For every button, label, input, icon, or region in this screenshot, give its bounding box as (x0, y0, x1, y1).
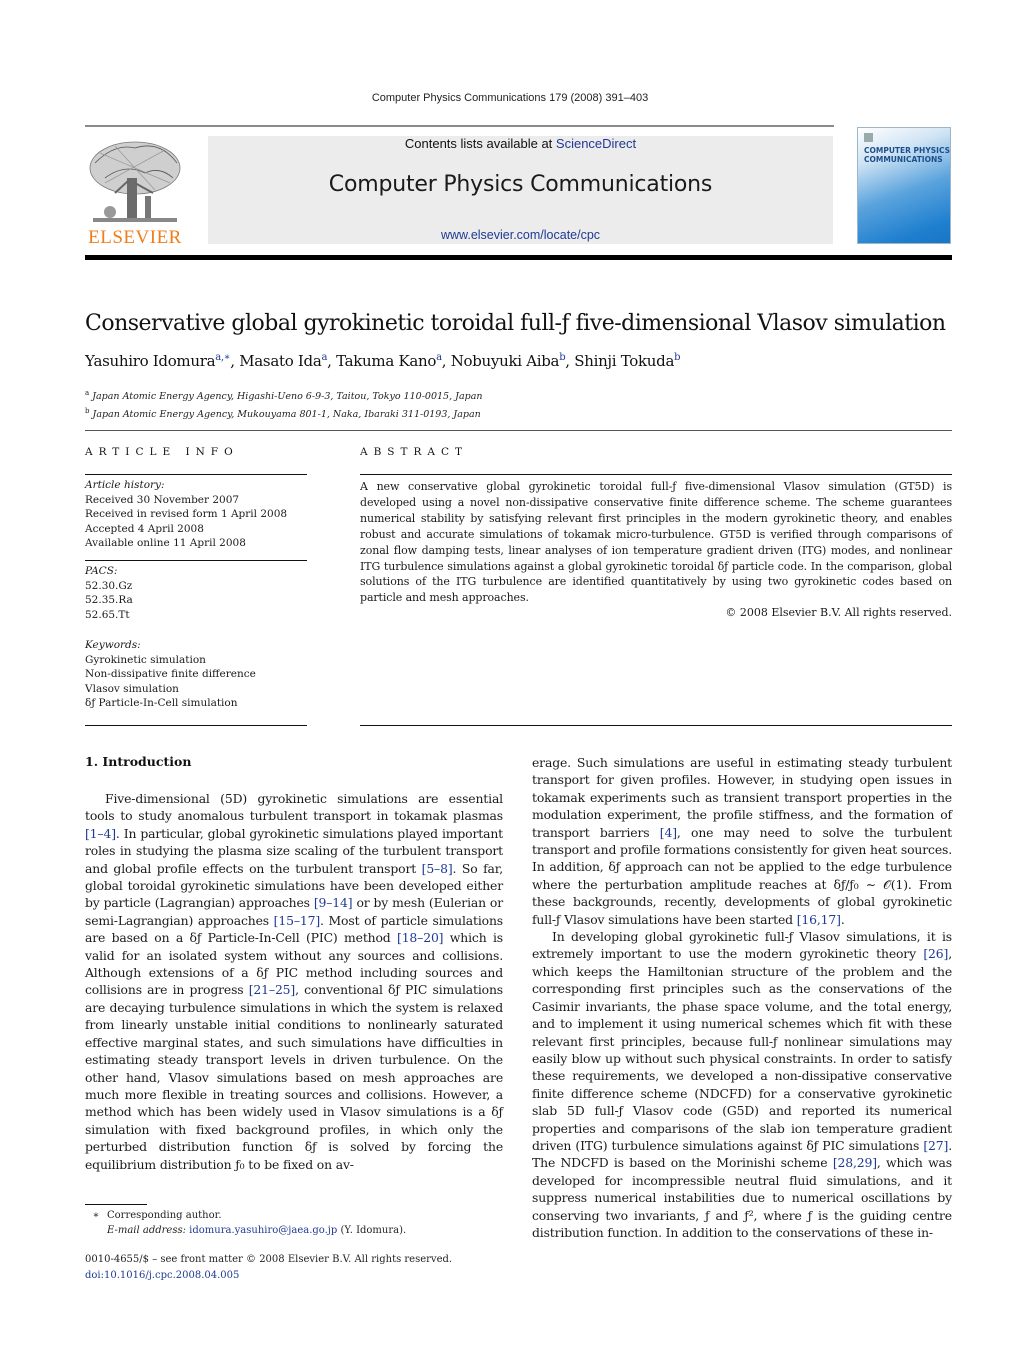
pacs-label: PACS: (85, 565, 118, 577)
pacs-code: 52.35.Ra (85, 594, 133, 606)
article-title: Conservative global gyrokinetic toroidal… (85, 311, 946, 336)
citation-link[interactable]: [27] (923, 1138, 948, 1153)
citation-link[interactable]: [28,29] (833, 1155, 877, 1170)
sciencedirect-link[interactable]: ScienceDirect (556, 136, 636, 151)
citation-link[interactable]: [5–8] (422, 861, 453, 876)
cover-title: COMPUTER PHYSICS COMMUNICATIONS (864, 146, 950, 164)
footnote: ∗ Corresponding author. E-mail address: i… (85, 1208, 407, 1238)
author-affiliation-mark[interactable]: b (674, 352, 680, 363)
author-list: Yasuhiro Idomuraa,∗, Masato Idaa, Takuma… (85, 352, 681, 370)
journal-name: Computer Physics Communications (328, 172, 713, 197)
author: Takuma Kano (336, 352, 437, 370)
keyword: Gyrokinetic simulation (85, 653, 206, 666)
history-entry: Accepted 4 April 2008 (85, 522, 204, 535)
author-affiliation-mark[interactable]: a,∗ (215, 352, 230, 363)
body-column-right: erage. Such simulations are useful in es… (532, 754, 952, 1241)
citation-link[interactable]: [21–25] (249, 982, 296, 997)
contents-line: Contents lists available at ScienceDirec… (208, 136, 833, 151)
keyword: Non-dissipative finite difference (85, 668, 256, 680)
divider (85, 560, 307, 561)
divider (85, 474, 307, 475)
section-heading-introduction: 1. Introduction (85, 754, 192, 769)
history-label: Article history: (85, 479, 165, 491)
abstract-text: A new conservative global gyrokinetic to… (360, 480, 952, 605)
citation-link[interactable]: [18–20] (397, 930, 444, 945)
section-divider (85, 430, 952, 431)
article-history: Article history: Received 30 November 20… (85, 478, 287, 551)
journal-masthead: Contents lists available at ScienceDirec… (208, 136, 833, 244)
contents-prefix: Contents lists available at (404, 136, 556, 151)
abstract-copyright: © 2008 Elsevier B.V. All rights reserved… (725, 606, 952, 619)
history-entry: Received 30 November 2007 (85, 493, 240, 506)
paragraph: In developing global gyrokinetic full-ƒ … (532, 929, 952, 1240)
front-matter: 0010-4655/$ – see front matter © 2008 El… (85, 1252, 452, 1284)
keywords-label: Keywords: (85, 639, 141, 651)
keyword: δƒ Particle-In-Cell simulation (85, 697, 238, 709)
citation-link[interactable]: [1–4] (85, 826, 116, 841)
divider (85, 725, 307, 726)
divider (360, 474, 952, 475)
doi-link[interactable]: doi:10.1016/j.cpc.2008.04.005 (85, 1268, 452, 1284)
history-entry: Available online 11 April 2008 (85, 537, 246, 549)
keywords-block: Keywords: Gyrokinetic simulation Non-diss… (85, 638, 256, 711)
citation-link[interactable]: [16,17] (797, 912, 841, 927)
affiliation-text: Japan Atomic Energy Agency, Higashi-Ueno… (89, 391, 483, 403)
affiliation: b Japan Atomic Energy Agency, Mukouyama … (85, 404, 482, 422)
cover-title-line2: COMMUNICATIONS (864, 155, 943, 164)
affiliation: a Japan Atomic Energy Agency, Higashi-Ue… (85, 386, 482, 404)
article-info-heading: ARTICLE INFO (85, 446, 239, 458)
top-rule (85, 125, 834, 127)
running-head: Computer Physics Communications 179 (200… (371, 92, 649, 104)
citation-link[interactable]: [4] (660, 825, 677, 840)
pacs-list: 52.30.Gz 52.35.Ra 52.65.Tt (85, 579, 133, 623)
pacs-block: PACS: 52.30.Gz 52.35.Ra 52.65.Tt (85, 564, 133, 622)
issn-line: 0010-4655/$ – see front matter © 2008 El… (85, 1254, 453, 1265)
author-affiliation-mark[interactable]: b (559, 352, 565, 363)
citation-link[interactable]: [26] (923, 946, 948, 961)
citation-link[interactable]: [15–17] (274, 913, 321, 928)
journal-cover-thumbnail: COMPUTER PHYSICS COMMUNICATIONS (857, 127, 951, 244)
footnote-star: ∗ (92, 1210, 100, 1221)
keyword: Vlasov simulation (85, 682, 179, 695)
author: Nobuyuki Aiba (450, 352, 560, 370)
history-list: Received 30 November 2007 Received in rev… (85, 493, 287, 551)
email-link[interactable]: idomura.yasuhiro@jaea.go.jp (189, 1225, 337, 1236)
abstract-heading: ABSTRACT (360, 446, 469, 458)
paragraph: erage. Such simulations are useful in es… (532, 755, 952, 927)
author: Yasuhiro Idomura (85, 352, 216, 370)
affiliation-text: Japan Atomic Energy Agency, Mukouyama 80… (89, 409, 481, 421)
pacs-code: 52.30.Gz (85, 579, 133, 592)
history-entry: Received in revised form 1 April 2008 (85, 508, 288, 520)
corresponding-author-note: Corresponding author. (107, 1210, 222, 1221)
author: Masato Ida (239, 352, 322, 370)
footnote-rule (85, 1204, 147, 1205)
affiliations: a Japan Atomic Energy Agency, Higashi-Ue… (85, 386, 482, 422)
divider (360, 725, 952, 726)
header-thick-rule (85, 255, 952, 260)
author: Shinji Tokuda (574, 352, 675, 370)
author-affiliation-mark[interactable]: a (321, 352, 327, 363)
journal-url-link[interactable]: www.elsevier.com/locate/cpc (208, 228, 833, 242)
cover-title-line1: COMPUTER PHYSICS (864, 146, 950, 155)
pacs-code: 52.65.Tt (85, 608, 130, 621)
email-suffix: (Y. Idomura). (337, 1225, 407, 1236)
keywords-list: Gyrokinetic simulation Non-dissipative fi… (85, 653, 256, 711)
body-column-left: Five-dimensional (5D) gyrokinetic simula… (85, 790, 503, 1173)
email-label: E-mail address: (107, 1225, 186, 1236)
citation-link[interactable]: [9–14] (314, 895, 353, 910)
paragraph: Five-dimensional (5D) gyrokinetic simula… (85, 791, 503, 1172)
cover-emblem-icon (864, 133, 873, 142)
author-affiliation-mark[interactable]: a (436, 352, 442, 363)
elsevier-wordmark: ELSEVIER (88, 227, 182, 248)
